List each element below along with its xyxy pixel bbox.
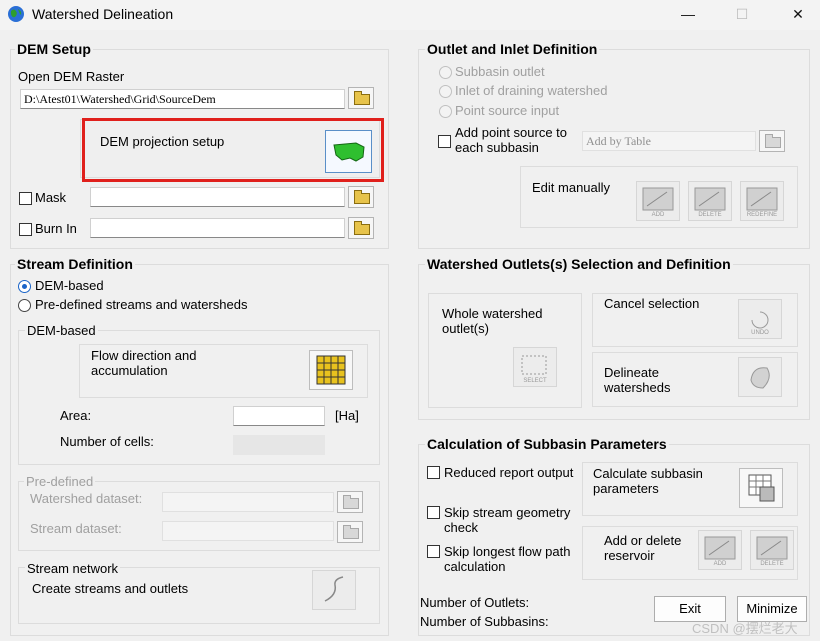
reservoir-label: Add or delete reservoir bbox=[604, 533, 682, 563]
select-outlet-button[interactable]: SELECT bbox=[513, 347, 557, 387]
cells-field[interactable] bbox=[233, 435, 325, 455]
calc-params-label: Calculate subbasin parameters bbox=[593, 466, 703, 496]
skip-longest-checkbox[interactable] bbox=[427, 545, 440, 558]
delete-outlet-button[interactable]: DELETE bbox=[688, 181, 732, 221]
add-caption: ADD bbox=[651, 212, 665, 218]
reduced-report-label: Reduced report output bbox=[444, 465, 574, 480]
folder-icon bbox=[354, 91, 370, 105]
area-field[interactable] bbox=[233, 406, 325, 426]
add-outlet-button[interactable]: ADD bbox=[636, 181, 680, 221]
delineate-label: Delineate watersheds bbox=[604, 365, 671, 395]
undo-caption: UNDO bbox=[751, 330, 769, 336]
burnin-field[interactable] bbox=[90, 218, 345, 238]
reduced-report-checkbox[interactable] bbox=[427, 466, 440, 479]
skip-stream-check-checkbox[interactable] bbox=[427, 506, 440, 519]
mask-checkbox[interactable] bbox=[19, 192, 32, 205]
redefine-caption: REDEFINE bbox=[746, 212, 778, 218]
burnin-label: Burn In bbox=[35, 221, 77, 236]
cancel-selection-label: Cancel selection bbox=[604, 296, 700, 311]
highlight-box bbox=[82, 118, 384, 182]
point-source-label: Point source input bbox=[455, 103, 560, 118]
mask-folder-button[interactable] bbox=[348, 186, 374, 208]
title-bar: Watershed Delineation — ☐ ✕ bbox=[0, 0, 820, 30]
subbasin-params-title: Calculation of Subbasin Parameters bbox=[425, 436, 669, 452]
redefine-outlet-button[interactable]: REDEFINE bbox=[740, 181, 784, 221]
folder-icon bbox=[343, 495, 359, 509]
minimize-window-button[interactable]: — bbox=[676, 4, 700, 24]
open-dem-label: Open DEM Raster bbox=[18, 69, 125, 84]
mask-label: Mask bbox=[35, 190, 67, 205]
num-subbasins-label: Number of Subbasins: bbox=[420, 614, 549, 629]
folder-icon bbox=[765, 134, 781, 148]
watermark: CSDN @摆烂老大 bbox=[692, 621, 798, 636]
delineate-icon bbox=[750, 367, 770, 389]
dem-based-radio[interactable] bbox=[18, 280, 31, 293]
inlet-watershed-radio[interactable] bbox=[439, 85, 452, 98]
dem-based-radio-label: DEM-based bbox=[35, 278, 104, 293]
stream-icon bbox=[324, 576, 344, 602]
skip-longest-label: Skip longest flow path calculation bbox=[444, 544, 571, 574]
point-source-radio[interactable] bbox=[439, 105, 452, 118]
dem-path-field[interactable]: D:\Atest01\Watershed\Grid\SourceDem bbox=[20, 89, 345, 109]
num-outlets-label: Number of Outlets: bbox=[420, 595, 530, 610]
window-title: Watershed Delineation bbox=[32, 6, 174, 22]
folder-icon bbox=[343, 525, 359, 539]
outlet-inlet-title: Outlet and Inlet Definition bbox=[425, 41, 600, 57]
folder-icon bbox=[354, 221, 370, 235]
subbasin-outlet-radio[interactable] bbox=[439, 66, 452, 79]
delineate-button[interactable] bbox=[738, 357, 782, 397]
delete-caption: DELETE bbox=[698, 212, 722, 218]
open-dem-folder-button[interactable] bbox=[348, 87, 374, 109]
burnin-checkbox[interactable] bbox=[19, 223, 32, 236]
add-by-table-field[interactable]: Add by Table bbox=[582, 131, 756, 151]
delete-reservoir-button[interactable]: DELETE bbox=[750, 530, 794, 570]
skip-stream-check-label: Skip stream geometry check bbox=[444, 505, 571, 535]
maximize-window-button[interactable]: ☐ bbox=[730, 4, 754, 24]
area-label: Area: bbox=[60, 408, 92, 423]
add-point-source-label: Add point source to each subbasin bbox=[455, 125, 568, 155]
cells-label: Number of cells: bbox=[60, 434, 154, 449]
predefined-radio-label: Pre-defined streams and watersheds bbox=[35, 297, 248, 312]
close-window-button[interactable]: ✕ bbox=[786, 4, 810, 24]
table-calc-icon bbox=[748, 474, 775, 502]
delete-reservoir-caption: DELETE bbox=[760, 561, 784, 567]
add-reservoir-caption: ADD bbox=[713, 561, 727, 567]
watershed-dataset-label: Watershed dataset: bbox=[30, 491, 143, 506]
add-by-table-folder-button[interactable] bbox=[759, 130, 785, 152]
stream-definition-title: Stream Definition bbox=[15, 256, 135, 272]
stream-dataset-label: Stream dataset: bbox=[30, 521, 122, 536]
predefined-radio[interactable] bbox=[18, 299, 31, 312]
burnin-folder-button[interactable] bbox=[348, 217, 374, 239]
area-unit: [Ha] bbox=[335, 408, 359, 423]
grid-icon bbox=[316, 355, 346, 385]
flow-label: Flow direction and accumulation bbox=[91, 348, 197, 378]
subbasin-outlet-label: Subbasin outlet bbox=[455, 64, 545, 79]
add-point-source-checkbox[interactable] bbox=[438, 135, 451, 148]
stream-network-title: Stream network bbox=[25, 561, 121, 576]
cancel-selection-button[interactable]: UNDO bbox=[738, 299, 782, 339]
flow-direction-button[interactable] bbox=[309, 350, 353, 390]
watershed-dataset-field[interactable] bbox=[162, 492, 334, 512]
calc-params-button[interactable] bbox=[739, 468, 783, 508]
add-reservoir-button[interactable]: ADD bbox=[698, 530, 742, 570]
folder-icon bbox=[354, 190, 370, 204]
inlet-watershed-label: Inlet of draining watershed bbox=[455, 83, 608, 98]
mask-field[interactable] bbox=[90, 187, 345, 207]
create-streams-label: Create streams and outlets bbox=[32, 581, 189, 596]
predefined-subgroup-title: Pre-defined bbox=[24, 474, 96, 489]
globe-icon bbox=[8, 6, 24, 22]
dem-based-subgroup-title: DEM-based bbox=[25, 323, 98, 338]
create-streams-button[interactable] bbox=[312, 570, 356, 610]
stream-dataset-field[interactable] bbox=[162, 521, 334, 541]
outlets-selection-title: Watershed Outlets(s) Selection and Defin… bbox=[425, 256, 733, 272]
whole-outlet-label: Whole watershed outlet(s) bbox=[442, 306, 543, 336]
edit-manually-label: Edit manually bbox=[532, 180, 611, 195]
watershed-dataset-folder-button[interactable] bbox=[337, 491, 363, 513]
stream-dataset-folder-button[interactable] bbox=[337, 521, 363, 543]
dem-setup-title: DEM Setup bbox=[15, 41, 93, 57]
select-caption: SELECT bbox=[523, 378, 547, 384]
